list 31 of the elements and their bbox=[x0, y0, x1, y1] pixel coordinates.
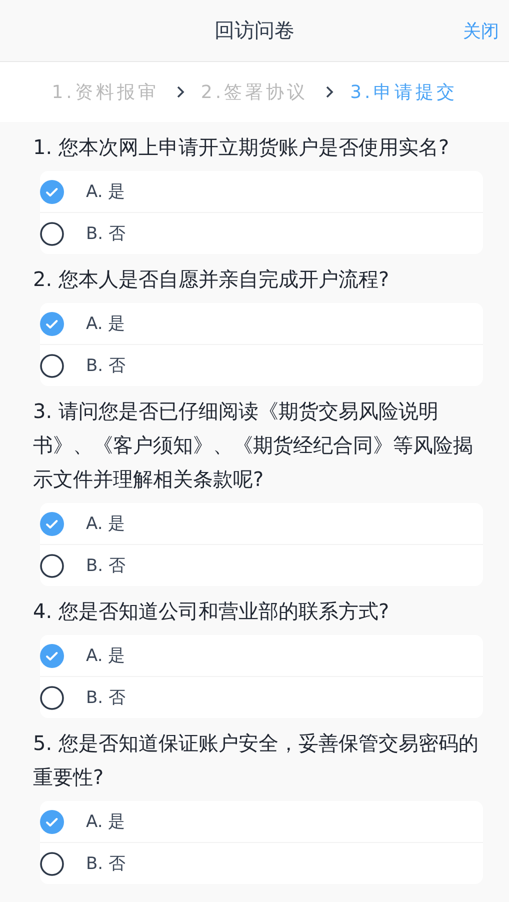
page-title: 回访问卷 bbox=[214, 17, 294, 44]
checked-radio-icon[interactable] bbox=[40, 644, 64, 668]
radio-icon[interactable] bbox=[40, 354, 64, 378]
option-label[interactable]: A. 是 bbox=[86, 644, 126, 667]
chevron-icon bbox=[324, 85, 334, 99]
chevron-icon bbox=[174, 85, 185, 99]
option-label[interactable]: A. 是 bbox=[86, 810, 126, 833]
checked-radio-icon[interactable] bbox=[40, 180, 64, 204]
checked-radio-icon[interactable] bbox=[40, 512, 64, 536]
radio-icon[interactable] bbox=[40, 554, 64, 578]
option-label[interactable]: A. 是 bbox=[86, 180, 126, 203]
step-label: 2.签署协议 bbox=[200, 81, 308, 104]
option-label[interactable]: A. 是 bbox=[86, 512, 126, 535]
question-text: 1. 您本次网上申请开立期货账户是否使用实名? bbox=[33, 134, 450, 161]
checked-radio-icon[interactable] bbox=[40, 312, 64, 336]
option-label[interactable]: B. 否 bbox=[86, 554, 126, 577]
checked-radio-icon[interactable] bbox=[40, 810, 64, 834]
step-label: 1.资料报审 bbox=[52, 81, 159, 104]
option-label[interactable]: B. 否 bbox=[86, 852, 126, 875]
step-label: 3.申请提交 bbox=[350, 81, 458, 104]
option-label[interactable]: B. 否 bbox=[86, 686, 126, 709]
question-text: 3. 请问您是否已仔细阅读《期货交易风险说明书》、《客户须知》、《期货经纪合同》等风险揭示文件并理解相关条款呢? bbox=[33, 398, 474, 493]
question-text: 5. 您是否知道保证账户安全，妥善保管交易密码的重要性? bbox=[33, 730, 480, 791]
option-label[interactable]: A. 是 bbox=[86, 312, 126, 335]
radio-icon[interactable] bbox=[40, 852, 64, 876]
radio-icon[interactable] bbox=[40, 686, 64, 710]
option-label[interactable]: B. 否 bbox=[86, 354, 126, 377]
option-label[interactable]: B. 否 bbox=[86, 222, 126, 245]
question-text: 2. 您本人是否自愿并亲自完成开户流程? bbox=[33, 266, 390, 293]
radio-icon[interactable] bbox=[40, 222, 64, 246]
question-text: 4. 您是否知道公司和营业部的联系方式? bbox=[33, 598, 390, 625]
